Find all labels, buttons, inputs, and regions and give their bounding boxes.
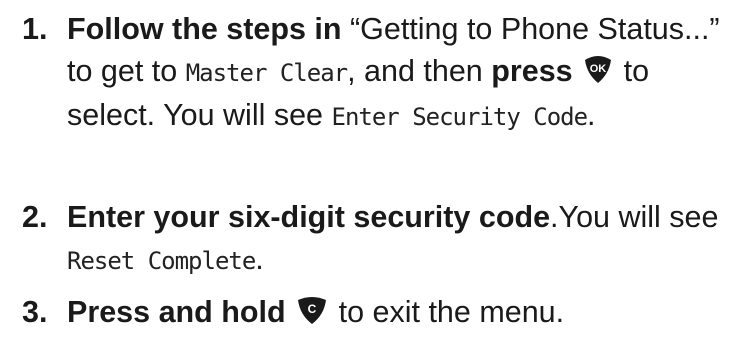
step-number: 2. xyxy=(22,200,48,234)
step-text: Enter your six-digit security code.You w… xyxy=(67,196,734,282)
step-number: 3. xyxy=(22,295,48,329)
display-text-enter-security-code: Enter Security Code xyxy=(331,103,589,131)
step-body: . xyxy=(255,242,264,276)
step-2: 2. Enter your six-digit security code.Yo… xyxy=(22,196,734,282)
step-lead: Enter your six-digit security code xyxy=(67,200,551,234)
step-text: Press and hold C to exit the menu. xyxy=(67,291,734,333)
step-lead: Follow the steps in xyxy=(67,12,342,46)
ok-key-icon: OK xyxy=(583,54,613,84)
step-body: .You will see xyxy=(550,200,719,234)
step-body: , and then xyxy=(347,54,492,88)
display-text-reset-complete: Reset Complete xyxy=(67,247,256,275)
step-1: 1. Follow the steps in “Getting to Phone… xyxy=(22,8,734,138)
clear-key-icon: C xyxy=(296,295,328,325)
display-text-master-clear: Master Clear xyxy=(185,59,348,87)
step-body: to exit the menu. xyxy=(330,295,565,329)
step-press: press xyxy=(491,54,573,88)
step-text: Follow the steps in “Getting to Phone St… xyxy=(67,8,734,138)
ok-key-label: OK xyxy=(590,63,607,75)
step-lead: Press and hold xyxy=(67,295,286,329)
clear-key-label: C xyxy=(308,302,317,316)
step-number: 1. xyxy=(22,12,48,46)
step-3: 3. Press and hold C to exit the menu. xyxy=(22,291,734,333)
step-body: . xyxy=(587,98,596,132)
